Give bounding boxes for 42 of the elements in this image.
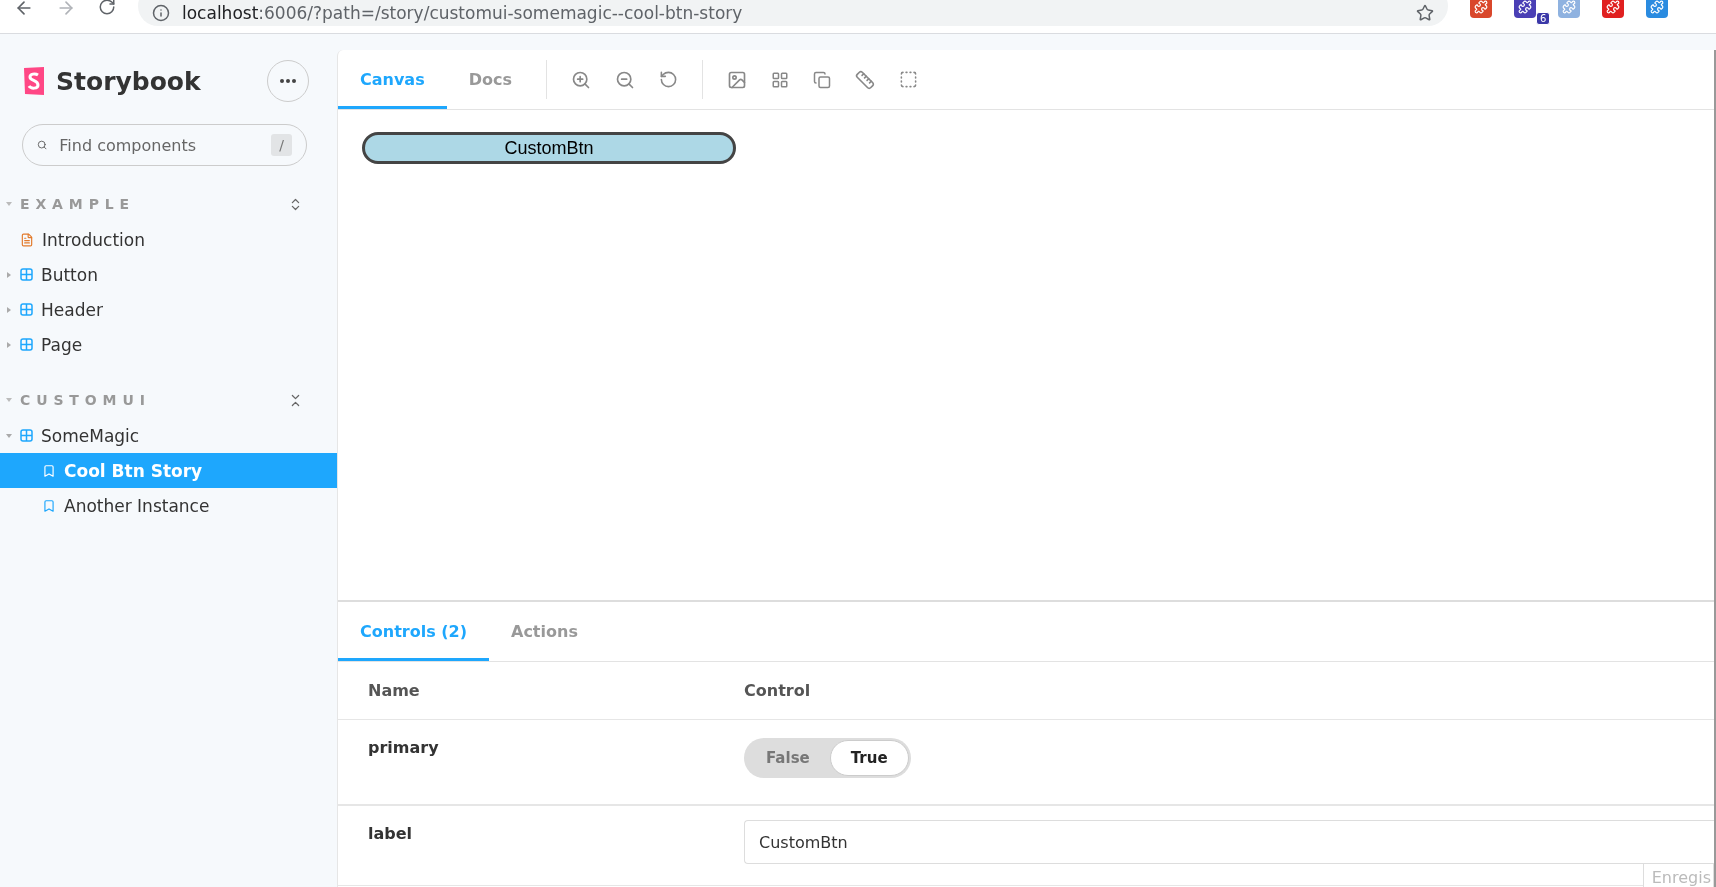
star-icon[interactable] <box>1416 4 1434 22</box>
logo-icon <box>22 66 46 96</box>
extension-icon[interactable] <box>1470 0 1492 18</box>
app-title: Storybook <box>56 66 201 96</box>
caret-icon[interactable] <box>6 271 12 278</box>
component-icon <box>20 268 33 281</box>
property-name: label <box>368 824 414 843</box>
caret-icon[interactable] <box>6 306 12 313</box>
boolean-toggle[interactable]: False True <box>744 738 911 778</box>
extension-icon[interactable] <box>1602 0 1624 18</box>
reload-icon[interactable] <box>98 0 116 16</box>
toggle-option[interactable]: True <box>829 740 909 776</box>
tree-item[interactable]: Introduction <box>0 222 337 257</box>
shortcut-key: / <box>271 134 292 156</box>
document-icon <box>20 232 34 247</box>
component-icon <box>20 429 33 442</box>
url-text: localhost:6006/?path=/story/customui-somemagic--cool-btn-story <box>182 3 743 23</box>
extension-icon[interactable] <box>1646 0 1668 18</box>
column-header: Name <box>368 681 421 700</box>
more-icon <box>280 79 296 83</box>
caret-icon[interactable] <box>6 432 12 439</box>
component-icon <box>20 303 33 316</box>
caret-icon[interactable] <box>6 341 12 348</box>
caret-icon[interactable] <box>6 397 12 403</box>
bookmark-icon <box>42 463 56 478</box>
column-header: Control <box>744 681 812 700</box>
info-icon[interactable] <box>152 4 170 22</box>
tree-item[interactable]: Header <box>0 292 337 327</box>
bookmark-icon <box>42 498 56 513</box>
tree-item[interactable]: SomeMagic <box>0 418 337 453</box>
address-bar[interactable]: localhost:6006/?path=/story/customui-somemagic--cool-btn-story <box>138 0 1448 26</box>
custom-button[interactable]: CustomBtn <box>362 132 736 164</box>
count-badge: 6 <box>1536 12 1551 25</box>
property-name: primary <box>368 738 440 757</box>
text-field[interactable]: CustomBtn <box>744 820 1714 864</box>
tree-item[interactable]: Button <box>0 257 337 292</box>
tree-item[interactable]: Another Instance <box>0 488 337 523</box>
search-input[interactable]: Find components <box>57 134 262 156</box>
component-icon <box>20 338 33 351</box>
caret-icon[interactable] <box>6 201 12 207</box>
tree-item[interactable]: Page <box>0 327 337 362</box>
extension-icon[interactable] <box>1514 0 1536 18</box>
